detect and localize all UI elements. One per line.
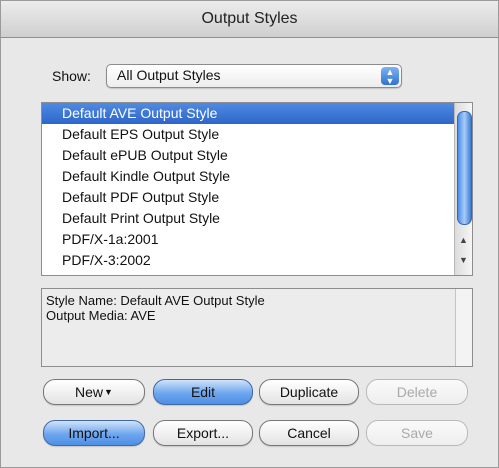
popup-arrows-icon: ▲ ▼ bbox=[381, 67, 399, 86]
list-item-pdfx-3[interactable]: PDF/X-3:2002 bbox=[42, 250, 472, 271]
scroll-down-arrow-icon[interactable]: ▼ bbox=[458, 255, 469, 266]
dialog-title: Output Styles bbox=[201, 10, 298, 27]
list-item-default-ave[interactable]: Default AVE Output Style bbox=[42, 103, 472, 124]
chevron-down-icon: ▼ bbox=[104, 387, 113, 397]
output-styles-list[interactable]: Default AVE Output Style Default EPS Out… bbox=[41, 102, 473, 276]
output-media-line: Output Media: AVE bbox=[46, 308, 156, 323]
list-item-pdfx-1a[interactable]: PDF/X-1a:2001 bbox=[42, 229, 472, 250]
list-item-default-epub[interactable]: Default ePUB Output Style bbox=[42, 145, 472, 166]
delete-button: Delete bbox=[366, 379, 468, 405]
list-item-default-pdf[interactable]: Default PDF Output Style bbox=[42, 187, 472, 208]
title-bar[interactable]: Output Styles bbox=[1, 1, 498, 38]
details-scrollbar[interactable] bbox=[455, 289, 472, 366]
list-item-default-kindle[interactable]: Default Kindle Output Style bbox=[42, 166, 472, 187]
import-button[interactable]: Import... bbox=[43, 420, 145, 446]
scroll-up-arrow-icon[interactable]: ▲ bbox=[458, 235, 469, 246]
list-item-default-eps[interactable]: Default EPS Output Style bbox=[42, 124, 472, 145]
scroll-thumb[interactable] bbox=[457, 111, 472, 225]
output-styles-dialog: Output Styles Show: All Output Styles ▲ ▼… bbox=[0, 0, 499, 468]
edit-button[interactable]: Edit bbox=[153, 379, 253, 405]
export-button[interactable]: Export... bbox=[153, 420, 253, 446]
list-scrollbar[interactable]: ▲ ▼ bbox=[454, 103, 472, 275]
show-filter-value: All Output Styles bbox=[117, 67, 221, 83]
cancel-button[interactable]: Cancel bbox=[259, 420, 359, 446]
style-details-panel: Style Name: Default AVE Output Style Out… bbox=[41, 288, 473, 367]
duplicate-button[interactable]: Duplicate bbox=[259, 379, 359, 405]
save-button: Save bbox=[366, 420, 468, 446]
show-filter-popup[interactable]: All Output Styles ▲ ▼ bbox=[106, 64, 402, 88]
style-name-line: Style Name: Default AVE Output Style bbox=[46, 293, 265, 308]
new-button[interactable]: New▼ bbox=[43, 379, 145, 405]
show-label: Show: bbox=[52, 68, 91, 84]
list-item-default-print[interactable]: Default Print Output Style bbox=[42, 208, 472, 229]
